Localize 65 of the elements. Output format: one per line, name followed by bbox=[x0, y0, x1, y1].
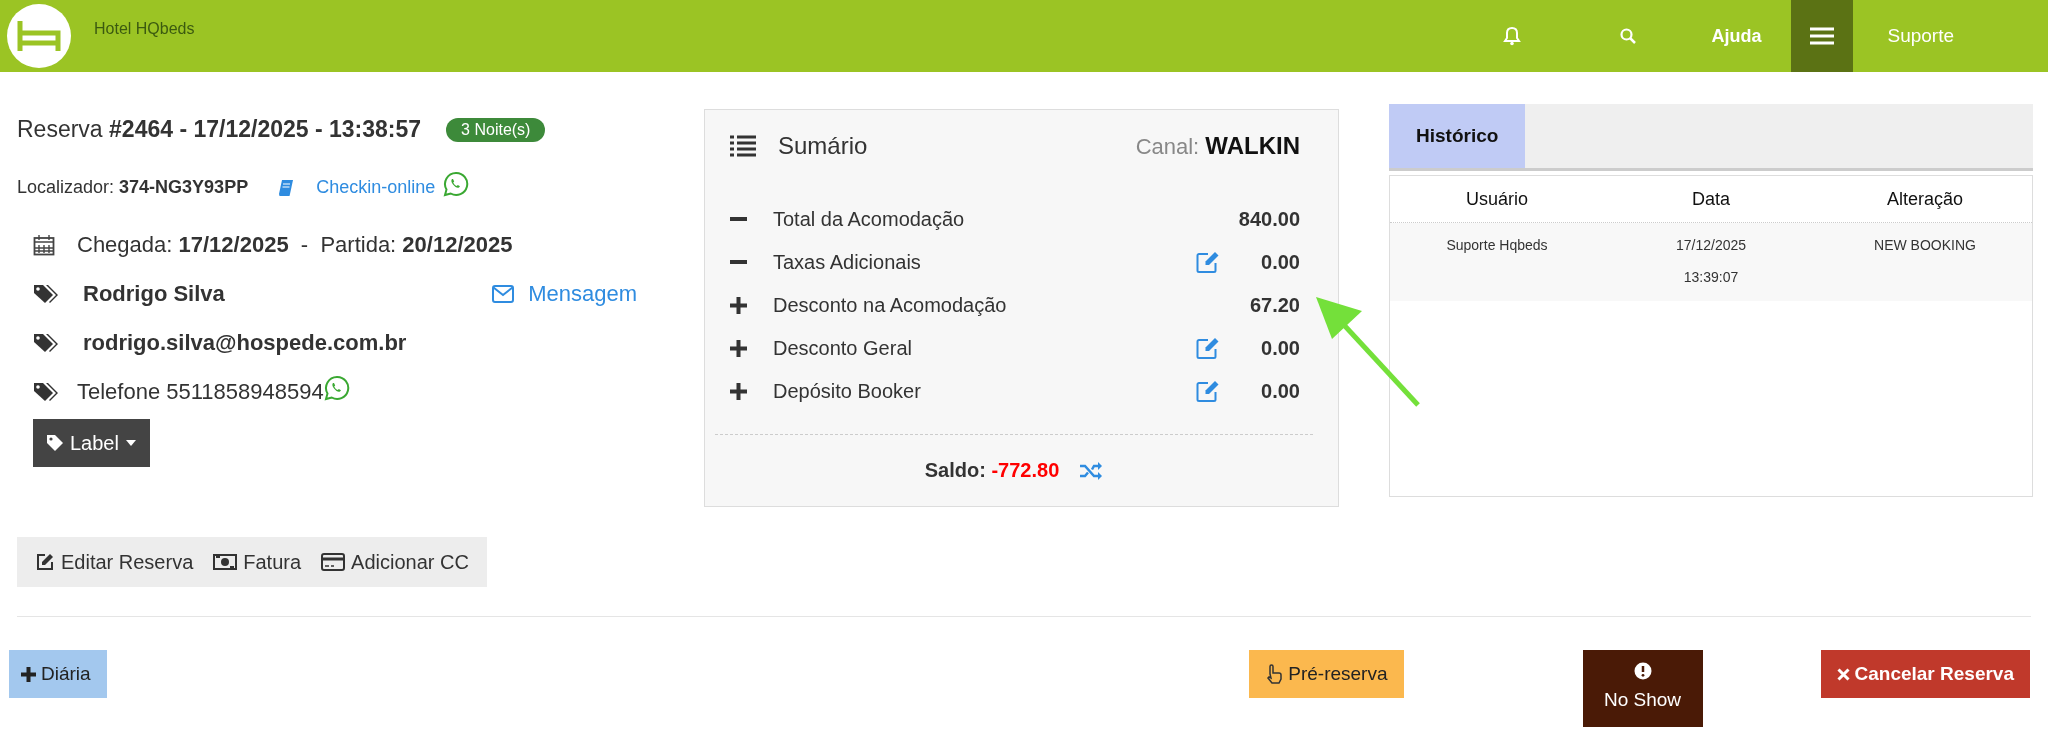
column-header: Data bbox=[1691, 188, 1731, 210]
history-tab[interactable]: Histórico bbox=[1389, 104, 1526, 168]
card-button[interactable]: Adicionar CC bbox=[315, 550, 475, 574]
pre-booking-button[interactable]: Pré-reserva bbox=[1249, 650, 1404, 698]
shuffle-icon[interactable] bbox=[1079, 460, 1104, 481]
exclamation-icon bbox=[1633, 662, 1652, 680]
table-cell-text: 17/12/2025 bbox=[1675, 236, 1747, 255]
banknote-icon bbox=[213, 553, 238, 571]
summary-label: Total da Acomodação bbox=[773, 207, 965, 231]
edit-icon[interactable] bbox=[1196, 380, 1220, 402]
menu-icon bbox=[1810, 26, 1835, 46]
close-icon bbox=[1836, 667, 1850, 681]
tags-icon bbox=[33, 283, 59, 305]
summary-value: 0.00 bbox=[1260, 250, 1300, 274]
channel-text: Canal: WALKIN bbox=[1135, 132, 1300, 160]
add-day-button[interactable]: Diária bbox=[9, 650, 107, 698]
table-cell-text: 13:39:07 bbox=[1683, 268, 1739, 287]
column-header: Alteração bbox=[1885, 188, 1964, 210]
balance-text: Saldo: -772.80 bbox=[924, 459, 1060, 482]
search-icon[interactable] bbox=[1619, 27, 1638, 45]
summary-label: Desconto na Acomodação bbox=[773, 293, 1007, 317]
menu-button[interactable] bbox=[1791, 0, 1854, 72]
whatsapp-icon[interactable] bbox=[443, 170, 470, 197]
whatsapp-icon[interactable] bbox=[323, 375, 350, 401]
summary-value: 0.00 bbox=[1260, 336, 1300, 360]
summary-value: 0.00 bbox=[1260, 379, 1300, 403]
guest-name: Rodrigo Silva bbox=[83, 281, 225, 307]
guest-email: rodrigo.silva@hospede.com.br bbox=[83, 330, 407, 356]
summary-label: Depósito Booker bbox=[773, 379, 921, 403]
envelope-icon[interactable] bbox=[492, 285, 515, 303]
checkin-link[interactable]: Checkin-online bbox=[316, 177, 436, 198]
locator-text: Localizador: 374-NG3Y93PP bbox=[17, 177, 249, 198]
nights-badge: 3 Noite(s) bbox=[446, 117, 546, 142]
summary-value: 67.20 bbox=[1248, 293, 1300, 317]
guest-phone: Telefone 5511858948594 bbox=[77, 379, 324, 405]
column-header: Usuário bbox=[1465, 188, 1529, 210]
summary-label: Desconto Geral bbox=[773, 336, 912, 360]
plus-icon bbox=[21, 666, 36, 682]
summary-label: Taxas Adicionais bbox=[773, 250, 921, 274]
table-cell: NEW BOOKING bbox=[1874, 237, 1976, 253]
booking-title: Reserva #2464 - 17/12/2025 - 13:38:57 bbox=[17, 116, 422, 143]
cancel-button[interactable]: Cancelar Reserva bbox=[1820, 650, 2030, 698]
tags-icon bbox=[33, 381, 59, 403]
bell-icon[interactable] bbox=[1503, 26, 1522, 46]
edit-button[interactable]: Editar Reserva bbox=[29, 550, 200, 574]
summary-value: 840.00 bbox=[1237, 207, 1300, 231]
list-icon bbox=[730, 135, 756, 157]
credit-card-icon bbox=[321, 553, 346, 571]
summary-title: Sumário bbox=[778, 132, 868, 160]
stay-dates: Chegada: 17/12/2025 - Partida: 20/12/2025 bbox=[77, 232, 513, 258]
calendar-icon bbox=[33, 234, 55, 256]
book-icon[interactable] bbox=[278, 178, 295, 197]
invoice-button[interactable]: Fatura bbox=[207, 550, 308, 574]
tags-icon bbox=[33, 332, 59, 354]
caret-icon bbox=[124, 439, 137, 447]
label-dropdown[interactable]: Label bbox=[33, 419, 150, 467]
hand-pointer-icon bbox=[1265, 664, 1284, 684]
edit-icon bbox=[35, 552, 55, 572]
edit-icon[interactable] bbox=[1196, 337, 1220, 359]
table-cell: Suporte Hqbeds bbox=[1446, 237, 1548, 253]
edit-icon[interactable] bbox=[1196, 251, 1220, 273]
tag-icon bbox=[46, 434, 64, 452]
hotel-name: Hotel HQbeds bbox=[94, 20, 195, 38]
no-show-button[interactable]: No Show bbox=[1582, 650, 1703, 727]
message-link[interactable]: Mensagem bbox=[528, 281, 637, 307]
